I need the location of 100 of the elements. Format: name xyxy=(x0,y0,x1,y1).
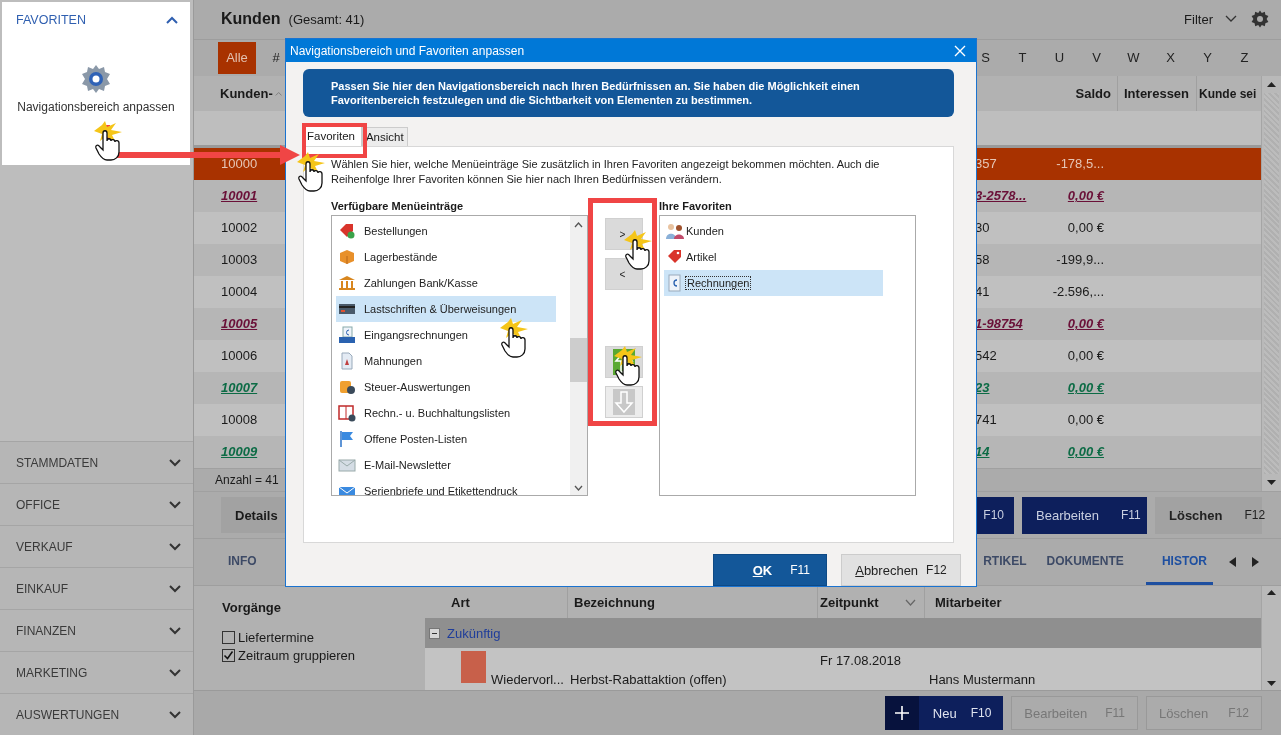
option-label[interactable]: Liefertermine xyxy=(238,630,314,646)
menu-entry[interactable]: Steuer-Auswertungen xyxy=(336,374,556,400)
box-icon xyxy=(338,248,356,266)
letter-filter[interactable]: # xyxy=(266,41,286,74)
nav-section[interactable]: AUSWERTUNGEN xyxy=(0,693,193,735)
dialog-button[interactable]: Abbrechen F12 xyxy=(841,554,961,586)
list-title: Ihre Favoriten xyxy=(659,200,733,212)
column-header[interactable]: Kunde sei xyxy=(1197,75,1261,112)
detail-tab[interactable]: DOKUMENTE xyxy=(1030,539,1140,586)
sort-caret-icon xyxy=(274,90,282,97)
scroll-down-icon[interactable] xyxy=(574,485,583,491)
table-cell-text: 741 xyxy=(974,412,998,428)
customer-number: 10003 xyxy=(220,252,259,268)
group-label: Zukünftig xyxy=(447,625,501,641)
record-count: (Gesamt: 41) xyxy=(288,11,365,27)
tag-icon xyxy=(338,222,356,240)
scroll-up-icon[interactable] xyxy=(1267,81,1276,87)
scroll-left-icon[interactable] xyxy=(1229,557,1236,568)
menu-entry[interactable]: Lastschriften & Überweisungen xyxy=(336,296,556,322)
nav-section[interactable]: FINANZEN xyxy=(0,609,193,651)
checkbox[interactable] xyxy=(222,649,235,663)
table-cell-text: Fr 17.08.2018 xyxy=(820,652,901,669)
detail-tab[interactable]: RTIKEL xyxy=(981,539,1027,586)
bank-icon xyxy=(338,274,356,292)
balance-cell-text: 0,00 € xyxy=(1066,444,1106,460)
page-title: Kunden xyxy=(221,10,281,29)
envelope-icon xyxy=(338,456,356,474)
menu-entry[interactable]: E-Mail-Newsletter xyxy=(336,452,556,478)
nav-section[interactable]: EINKAUF xyxy=(0,567,193,609)
balance-cell-text: -199,9... xyxy=(1055,252,1105,268)
letter-filter[interactable]: W xyxy=(1115,41,1152,74)
customer-number: 10002 xyxy=(220,220,259,236)
scrollbar[interactable] xyxy=(1261,586,1281,691)
letter-filter[interactable]: S xyxy=(967,41,1004,74)
settings-icon[interactable] xyxy=(81,64,111,94)
filter-button[interactable]: Filter xyxy=(1184,11,1237,27)
letter-filter[interactable]: U xyxy=(1041,41,1078,74)
checkbox[interactable] xyxy=(222,631,235,645)
customize-link[interactable]: Navigationsbereich anpassen xyxy=(17,100,175,114)
table-cell-text: 1-98754 xyxy=(974,316,1024,332)
favorite-entry[interactable]: Kunden xyxy=(664,218,883,244)
chevron-icon xyxy=(166,16,178,24)
balance-cell-text: 0,00 € xyxy=(1066,348,1105,364)
nav-section[interactable]: OFFICE xyxy=(0,483,193,525)
letter-filter[interactable]: V xyxy=(1078,41,1115,74)
scrollbar[interactable] xyxy=(1261,75,1281,491)
action-button[interactable]: Neu F10 xyxy=(884,696,1004,731)
table-cell-text: 357 xyxy=(974,156,998,172)
menu-entry[interactable]: Mahnungen xyxy=(336,348,556,374)
row-count: Anzahl = 41 xyxy=(215,472,279,487)
table-cell-text: 3-2578... xyxy=(974,188,1028,204)
menu-entry[interactable]: Lagerbestände xyxy=(336,244,556,270)
scroll-thumb[interactable] xyxy=(570,338,587,382)
menu-entry[interactable]: Bestellungen xyxy=(336,218,556,244)
balance-cell-text: 0,00 € xyxy=(1066,316,1106,332)
tray-icon xyxy=(338,326,356,344)
settings-icon[interactable] xyxy=(1251,10,1269,29)
letter-filter[interactable]: T xyxy=(1004,41,1041,74)
description-text: Wählen Sie hier, welche Menüeinträge Sie zusätzlich in Ihren Favoriten angezeigt bekommen möchten. Auch die Reihenfolge Ihrer Favoriten können Sie hier nach Ihren Bedürfnissen verändern. xyxy=(331,157,881,187)
favorite-entry[interactable]: Artikel xyxy=(664,244,883,270)
scroll-down-icon[interactable] xyxy=(1267,479,1276,485)
menu-entry[interactable]: Serienbriefe und Etikettendruck xyxy=(336,478,556,495)
favorites-header[interactable]: FAVORITEN xyxy=(2,2,190,27)
chevron-icon xyxy=(169,584,181,593)
scroll-up-icon[interactable] xyxy=(574,222,583,228)
book-icon xyxy=(338,404,356,422)
column-header[interactable]: Mitarbeiter xyxy=(925,586,1261,619)
option-label[interactable]: Zeitraum gruppieren xyxy=(238,648,356,664)
balance-cell-text: -2.596,... xyxy=(1051,284,1105,300)
chevron-icon xyxy=(169,542,181,551)
nav-section[interactable]: STAMMDATEN xyxy=(0,441,193,483)
scroll-down-icon[interactable] xyxy=(1267,681,1276,687)
balance-cell-text: -178,5... xyxy=(1055,156,1105,172)
letter-filter[interactable]: X xyxy=(1152,41,1189,74)
nav-section[interactable]: VERKAUF xyxy=(0,525,193,567)
flag-icon xyxy=(338,430,356,448)
document-icon xyxy=(338,352,356,370)
letter-filter[interactable]: Z xyxy=(1226,41,1263,74)
menu-entry[interactable]: Zahlungen Bank/Kasse xyxy=(336,270,556,296)
dialog-title: Navigationsbereich und Favoriten anpassen xyxy=(290,43,525,58)
detail-tab[interactable]: INFO xyxy=(212,539,273,586)
favorite-entry[interactable]: Rechnungen xyxy=(664,270,883,296)
letter-filter[interactable]: Y xyxy=(1189,41,1226,74)
customer-number: 10006 xyxy=(220,348,259,364)
scroll-right-icon[interactable] xyxy=(1252,557,1259,568)
sort-caret-icon xyxy=(905,598,916,606)
nav-section[interactable]: MARKETING xyxy=(0,651,193,693)
menu-entry[interactable]: Offene Posten-Listen xyxy=(336,426,556,452)
invoice-icon xyxy=(666,274,684,292)
customer-number: 10007 xyxy=(220,380,259,396)
collapse-icon[interactable] xyxy=(429,627,440,639)
action-button[interactable]: Bearbeiten F11 xyxy=(1022,496,1147,534)
scroll-up-icon[interactable] xyxy=(1267,590,1276,596)
close-icon[interactable] xyxy=(954,44,966,57)
menu-entry[interactable]: Eingangsrechnungen xyxy=(336,322,556,348)
letter-filter[interactable]: Alle xyxy=(218,41,256,74)
dialog-button[interactable]: OK F11 xyxy=(713,554,827,586)
scrollbar[interactable] xyxy=(570,216,587,495)
plus-icon xyxy=(894,706,909,721)
menu-entry[interactable]: Rechn.- u. Buchhaltungslisten xyxy=(336,400,556,426)
